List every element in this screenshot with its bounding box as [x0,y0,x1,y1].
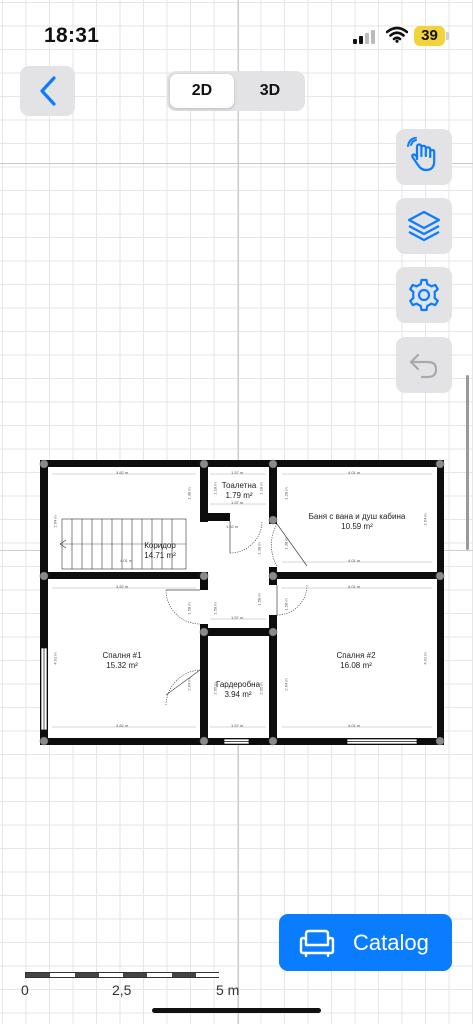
dim-label: 2.05 m [212,682,218,695]
dim-label: 1.57 m [231,470,244,475]
dim-label: 3.82 m [116,584,129,589]
dim-label: 1.57 m [231,615,244,620]
dim-label: 4.01 m [52,652,58,665]
dim-label: 1.58 m [212,602,218,615]
dim-label: 2.64 m [186,678,192,691]
dim-label: 2.64 m [52,515,58,528]
dim-label: 1.38 m [256,542,262,555]
dim-label: 1.57 m [231,500,244,505]
dim-label: 4.01 m [422,652,428,665]
dim-label: 1.58 m [283,598,289,611]
dim-label: 3.82 m [116,723,129,728]
dim-label: 4.01 m [348,584,361,589]
room-name: Спалня #1 [102,651,142,660]
dim-label: 4.01 m [348,723,361,728]
room-name: Спалня #2 [336,651,376,660]
armchair-icon [299,929,335,957]
room-area: 16.08 m² [340,661,372,670]
dim-label: 1.62 m [226,524,239,529]
scale-label-0: 0 [21,982,29,998]
dim-label: 2.64 m [283,678,289,691]
dim-label: 2.64 m [422,513,428,526]
room-name: Коридор [144,541,176,550]
catalog-label: Catalog [353,929,429,955]
dim-label: 1.28 m [283,487,289,500]
dim-label: 1.58 m [186,602,192,615]
room-area: 15.32 m² [106,661,138,670]
dim-label: 1.18 m [212,482,218,495]
dim-label: 2.05 m [258,682,264,695]
dim-label: 1.38 m [186,487,192,500]
scale-label-mid: 2,5 [112,982,132,998]
dim-label: 3.82 m [116,470,129,475]
scale-bar [25,972,220,978]
dim-label: 1.57 m [231,723,244,728]
scale-label-end: 5 m [216,982,240,998]
room-label-bedroom2[interactable]: Спалня #2 16.08 m² [306,651,406,671]
dim-label: 1.58 m [256,593,262,606]
dim-label: 4.01 m [348,558,361,563]
dim-label: 1.38 m [283,537,289,550]
dim-label: 4.01 m [348,470,361,475]
room-label-bath[interactable]: Баня с вана и душ кабина 10.59 m² [290,512,424,532]
catalog-button[interactable]: Catalog [279,914,452,971]
home-indicator[interactable] [152,1008,321,1013]
room-area: 10.59 m² [341,522,373,531]
room-label-bedroom1[interactable]: Спалня #1 15.32 m² [72,651,172,671]
dim-label: 1.18 m [258,482,264,495]
dim-label: 4.01 m [120,558,133,563]
room-name: Баня с вана и душ кабина [308,512,406,521]
